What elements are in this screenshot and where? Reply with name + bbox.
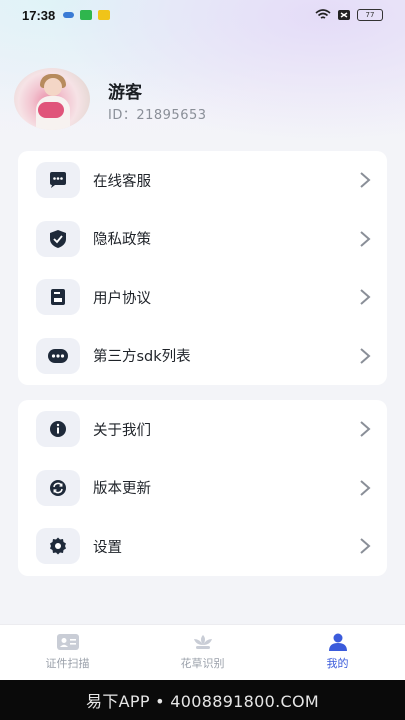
bottom-tab-bar: 证件扫描 花草识别 我的 (0, 624, 405, 680)
tab-label: 我的 (326, 657, 349, 670)
menu-item-label: 隐私政策 (93, 232, 151, 249)
menu-item-settings[interactable]: 设置 (18, 517, 387, 576)
id-card-icon (56, 634, 79, 650)
menu-item-label: 设置 (93, 539, 122, 556)
menu-item-label: 版本更新 (93, 481, 151, 498)
message-notification-icon (98, 10, 111, 20)
chat-icon (36, 162, 80, 199)
watermark-banner: 易下APP • 4008891800.COM (0, 680, 405, 720)
menu-item-version-update[interactable]: 版本更新 (18, 459, 387, 518)
chevron-right-icon (360, 289, 371, 306)
document-icon (36, 279, 80, 316)
status-right-group: 77 (315, 9, 383, 21)
refresh-icon (36, 469, 80, 506)
menu-item-label: 第三方sdk列表 (93, 349, 191, 366)
menu-item-online-service[interactable]: 在线客服 (18, 151, 387, 210)
menu-item-third-party-sdk[interactable]: 第三方sdk列表 (18, 327, 387, 386)
menu-item-privacy-policy[interactable]: 隐私政策 (18, 210, 387, 269)
menu-item-label: 用户协议 (93, 290, 151, 307)
status-bar: 17:38 77 (0, 0, 405, 30)
flower-icon (193, 635, 212, 649)
app-notification-icon (80, 10, 93, 20)
menu-card-primary: 在线客服 隐私政策 用户协议 第三方sdk列表 (18, 151, 387, 385)
more-dots-icon (36, 337, 80, 374)
wifi-icon (315, 9, 331, 19)
info-icon (36, 411, 80, 448)
chevron-right-icon (360, 347, 371, 364)
menu-item-label: 关于我们 (93, 422, 151, 439)
tab-label: 证件扫描 (45, 657, 90, 670)
user-id: ID：21895653 (108, 108, 207, 123)
menu-item-label: 在线客服 (93, 173, 151, 190)
shield-icon (36, 220, 80, 257)
chevron-right-icon (360, 421, 371, 438)
menu-card-secondary: 关于我们 版本更新 设置 (18, 400, 387, 576)
chevron-right-icon (360, 538, 371, 555)
chevron-right-icon (360, 230, 371, 247)
notification-icon (63, 12, 75, 18)
user-icon (328, 633, 347, 651)
avatar[interactable] (14, 68, 90, 130)
battery-icon: 77 (357, 9, 383, 21)
user-name: 游客 (108, 83, 142, 103)
chevron-right-icon (360, 172, 371, 189)
tab-plant-identify[interactable]: 花草识别 (135, 625, 270, 680)
menu-item-user-agreement[interactable]: 用户协议 (18, 268, 387, 327)
tab-label: 花草识别 (180, 657, 225, 670)
chevron-right-icon (360, 479, 371, 496)
gear-icon (36, 528, 80, 565)
menu-item-about-us[interactable]: 关于我们 (18, 400, 387, 459)
tab-mine[interactable]: 我的 (270, 625, 405, 680)
sim-off-icon (338, 10, 350, 20)
tab-id-scan[interactable]: 证件扫描 (0, 625, 135, 680)
status-time: 17:38 (22, 7, 56, 23)
profile-header[interactable]: 游客 ID：21895653 (14, 68, 394, 132)
